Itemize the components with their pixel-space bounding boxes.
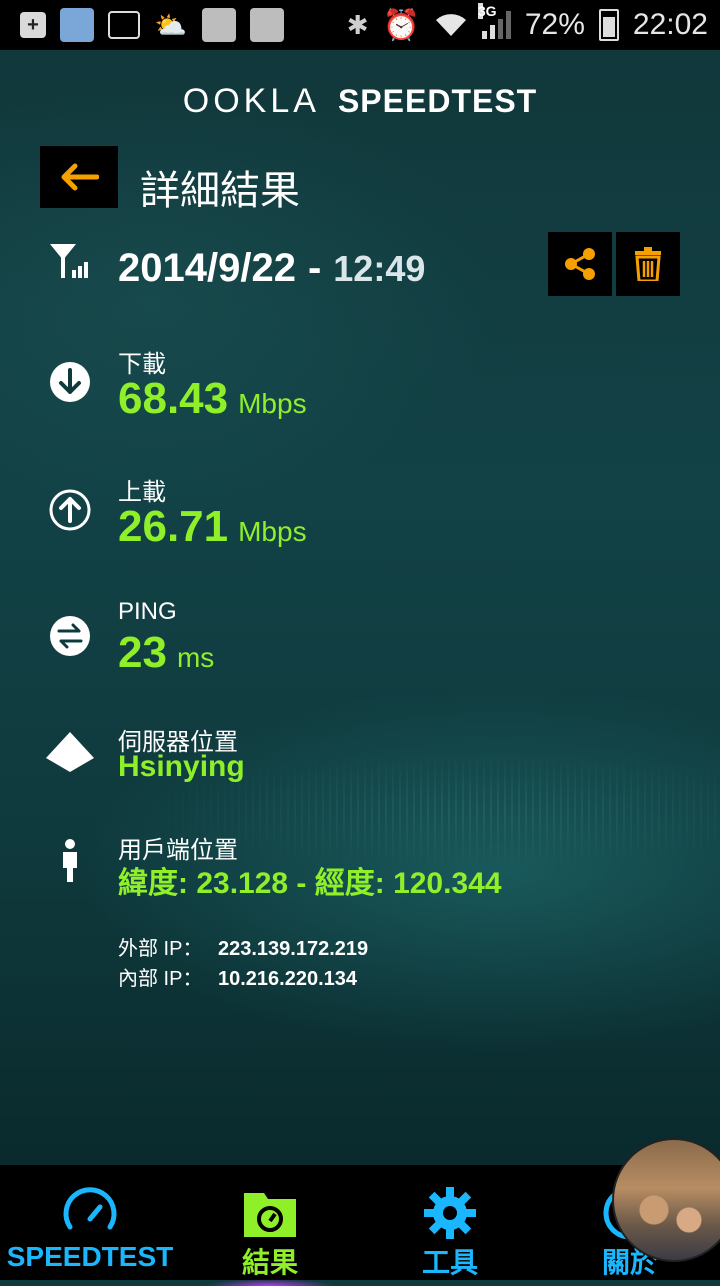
internal-ip-row: 內部 IP： 10.216.220.134	[118, 962, 357, 991]
upload-value: 26.71	[118, 502, 229, 551]
download-value-row: 68.43 Mbps	[118, 374, 307, 424]
brand-speedtest: SPEEDTEST	[337, 83, 538, 119]
clock: 22:02	[632, 8, 708, 41]
share-button[interactable]	[548, 232, 612, 296]
nav-results[interactable]: 結果	[180, 1165, 360, 1286]
download-metric: 下載 68.43 Mbps	[48, 344, 688, 424]
status-bar: + ⛅ ✱ ⏰ 3G 72% 22:02	[0, 0, 720, 50]
app-brand: OOKLA SPEEDTEST	[0, 82, 720, 121]
server-value: Hsinying	[118, 750, 245, 783]
app-notification-icon	[202, 8, 236, 42]
internal-ip-label: 內部 IP：	[118, 968, 203, 990]
weather-icon: ⛅	[154, 9, 188, 40]
external-ip-label: 外部 IP：	[118, 938, 203, 960]
external-ip-value: 223.139.172.219	[218, 938, 369, 960]
nav-tools[interactable]: 工具	[360, 1165, 540, 1280]
client-coordinates: 緯度: 23.128 - 經度: 120.344	[118, 867, 502, 900]
ping-label: PING	[118, 598, 177, 625]
speedometer-icon	[63, 1187, 117, 1230]
ping-unit: ms	[176, 642, 215, 673]
battery-percent: 72%	[524, 8, 585, 41]
plus-notification-icon: +	[20, 12, 46, 38]
calendar-grid-icon	[108, 11, 140, 39]
arrow-left-icon	[61, 163, 99, 191]
ping-value-row: 23 ms	[118, 628, 214, 678]
download-unit: Mbps	[238, 388, 307, 419]
upload-icon	[49, 489, 91, 531]
download-value: 68.43	[118, 374, 229, 423]
page-title: 詳細結果	[140, 169, 300, 213]
nav-speedtest[interactable]: SPEEDTEST	[0, 1165, 180, 1280]
upload-value-row: 26.71 Mbps	[118, 502, 307, 552]
nav-tools-label: 工具	[421, 1247, 478, 1278]
nav-results-label: 結果	[241, 1247, 298, 1278]
upload-unit: Mbps	[238, 516, 307, 547]
ping-icon	[50, 616, 90, 656]
folder-gauge-icon	[244, 1193, 296, 1237]
server-location: 伺服器位置 Hsinying	[46, 722, 688, 802]
result-date: 2014/9/22	[118, 246, 296, 290]
upload-metric: 上載 26.71 Mbps	[48, 472, 688, 552]
gear-icon	[424, 1187, 476, 1239]
server-location-icon	[46, 732, 94, 772]
bottom-navigation: SPEEDTEST 結果 工具 關於	[0, 1165, 720, 1286]
battery-icon	[598, 9, 619, 41]
client-location: 用戶端位置 緯度: 23.128 - 經度: 120.344	[48, 830, 688, 910]
result-datetime: 2014/9/22-12:49	[118, 246, 425, 291]
internal-ip-value: 10.216.220.134	[218, 968, 358, 990]
bluetooth-icon: ✱	[346, 9, 369, 40]
ping-value: 23	[118, 628, 167, 677]
app-notification-icon-2	[250, 8, 284, 42]
download-icon	[50, 362, 90, 402]
trash-icon	[635, 247, 661, 281]
cellular-signal-icon: 3G	[477, 3, 511, 39]
alarm-icon: ⏰	[382, 8, 420, 42]
external-ip-row: 外部 IP： 223.139.172.219	[118, 932, 368, 961]
ping-metric: PING 23 ms	[48, 598, 688, 678]
person-icon	[63, 839, 77, 882]
share-icon	[565, 248, 595, 280]
result-time: 12:49	[333, 248, 426, 289]
avatar-notification-icon	[60, 8, 94, 42]
network-type-label: 3G	[477, 3, 497, 19]
network-antenna-icon	[50, 244, 88, 278]
brand-ookla: OOKLA	[182, 82, 320, 120]
nav-speedtest-label: SPEEDTEST	[6, 1241, 174, 1272]
back-button[interactable]	[40, 146, 118, 208]
wifi-icon	[435, 14, 466, 36]
result-header-row: 2014/9/22-12:49	[48, 232, 688, 302]
delete-button[interactable]	[616, 232, 680, 296]
datetime-separator: -	[307, 246, 322, 290]
